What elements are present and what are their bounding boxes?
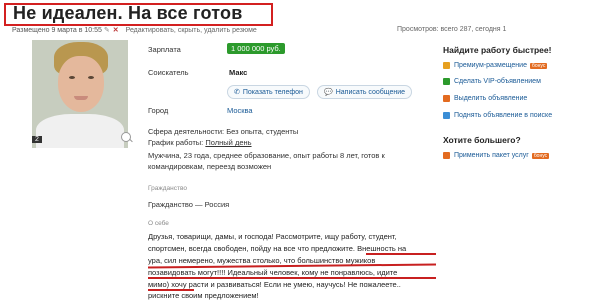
about-line-4: позавидовать могут!!!! Идеальный человек… — [148, 268, 398, 277]
sidebar-item-highlight[interactable]: Выделить объявление — [443, 95, 527, 102]
find-job-heading: Найдите работу быстрее! — [443, 45, 552, 55]
schedule-value: Полный день — [205, 138, 252, 147]
write-message-button[interactable]: 💬 Написать сообщение — [317, 85, 413, 99]
citizenship-value: Гражданство — Россия — [148, 200, 230, 209]
about-heading: О себе — [148, 220, 169, 227]
citizenship-heading: Гражданство — [148, 185, 187, 192]
photo-count-badge: 2 — [32, 136, 42, 143]
about-line-2: спортсмен, всегда свободен, пойду на все… — [148, 244, 407, 253]
summary-line-2: командировкам, переезд возможен — [148, 162, 272, 171]
sidebar-item-raise[interactable]: Поднять объявление в поиске — [443, 112, 552, 119]
sidebar-item-label: Выделить объявление — [454, 95, 528, 102]
show-phone-button[interactable]: ✆ Показать телефон — [227, 85, 310, 99]
salary-value: 1 000 000 руб. — [227, 43, 285, 54]
about-line-5: мимо) хочу расти и развиваться! Если не … — [148, 280, 401, 289]
crown-icon — [443, 62, 450, 69]
views-counter: Просмотров: всего 287, сегодня 1 — [397, 26, 507, 33]
resume-actions-link[interactable]: Редактировать, скрыть, удалить резюме — [126, 27, 257, 34]
sphere-line: Сфера деятельности: Без опыта, студенты — [148, 127, 299, 136]
bonus-badge: бонус — [531, 152, 550, 159]
schedule-prefix: График работы: — [148, 138, 206, 147]
schedule-line: График работы: Полный день — [148, 138, 252, 147]
sidebar-item-label: Премиум-размещение — [454, 62, 527, 69]
package-icon — [443, 152, 450, 159]
zoom-icon[interactable] — [121, 132, 131, 142]
city-value[interactable]: Москва — [227, 106, 253, 115]
applicant-label: Соискатель — [148, 68, 189, 77]
applicant-name: Макс — [229, 68, 248, 77]
post-meta: Размещено 9 марта в 10:55 ✎ ✕ Редактироват… — [12, 26, 257, 34]
sidebar-item-label: Сделать VIP-объявлением — [454, 78, 541, 85]
close-icon[interactable]: ✕ — [113, 27, 119, 34]
want-more-heading: Хотите большего? — [443, 135, 521, 145]
red-underline — [148, 277, 436, 279]
sidebar-item-vip[interactable]: Сделать VIP-объявлением — [443, 78, 541, 85]
sidebar-item-label: Поднять объявление в поиске — [454, 112, 553, 119]
about-line-6: рискните своим предложением! — [148, 291, 259, 300]
sidebar-item-premium[interactable]: Премиум-размещение бонус — [443, 62, 548, 69]
page-title: Не идеален. На все готов — [13, 3, 243, 23]
red-underline — [148, 289, 194, 291]
sidebar-item-package[interactable]: Применить пакет услуг бонус — [443, 152, 550, 159]
posted-date: Размещено 9 марта в 10:55 — [12, 27, 102, 34]
applicant-photo[interactable] — [32, 40, 128, 148]
sidebar-item-label: Применить пакет услуг — [454, 152, 529, 159]
highlight-icon — [443, 95, 450, 102]
bonus-badge: бонус — [529, 62, 548, 69]
about-line-1: Друзья, товарищи, дамы, и господа! Рассм… — [148, 232, 397, 241]
city-label: Город — [148, 106, 169, 115]
red-underline — [366, 253, 436, 255]
summary-line-1: Мужчина, 23 года, среднее образование, о… — [148, 151, 385, 160]
arrow-up-icon — [443, 112, 450, 119]
write-message-label: Написать сообщение — [335, 88, 406, 96]
chat-icon: 💬 — [324, 89, 333, 96]
phone-icon: ✆ — [234, 89, 240, 96]
show-phone-label: Показать телефон — [242, 88, 303, 96]
salary-label: Зарплата — [148, 45, 181, 54]
pencil-icon: ✎ — [103, 27, 110, 34]
vip-icon — [443, 78, 450, 85]
